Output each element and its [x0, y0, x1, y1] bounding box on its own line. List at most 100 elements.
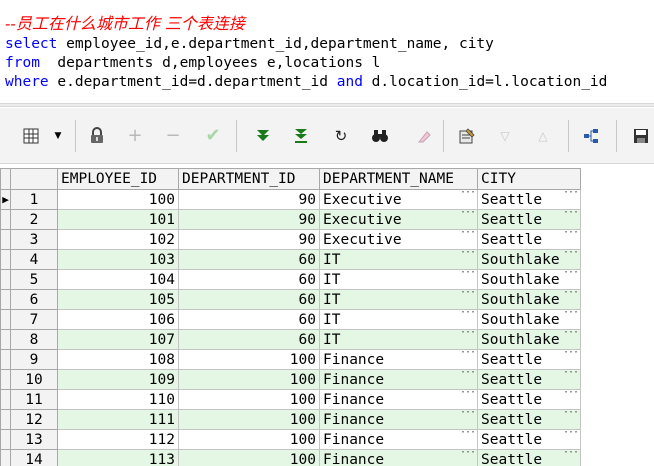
- table-row[interactable]: 11 110 100 Finance ··· Seattle ···: [0, 389, 581, 410]
- cell-city[interactable]: Seattle ···: [477, 449, 581, 466]
- cell-expand-button[interactable]: ···: [460, 451, 476, 459]
- cell-city[interactable]: Seattle ···: [477, 389, 581, 410]
- check-icon[interactable]: ✔: [202, 125, 224, 147]
- cell-department-name[interactable]: Finance ···: [319, 409, 478, 430]
- dropdown-arrow-icon[interactable]: ▼: [47, 125, 69, 147]
- cell-expand-button[interactable]: ···: [563, 291, 579, 299]
- results-grid[interactable]: EMPLOYEE_ID DEPARTMENT_ID DEPARTMENT_NAM…: [0, 168, 654, 466]
- table-row[interactable]: 12 111 100 Finance ··· Seattle ···: [0, 409, 581, 430]
- column-header-city[interactable]: CITY: [477, 168, 581, 190]
- cell-expand-button[interactable]: ···: [460, 211, 476, 219]
- cell-department-name[interactable]: Executive ···: [319, 209, 478, 230]
- cell-expand-button[interactable]: ···: [460, 431, 476, 439]
- cell-department-name[interactable]: Finance ···: [319, 449, 478, 466]
- cell-department-name[interactable]: Executive ···: [319, 189, 478, 210]
- cell-city[interactable]: Southlake ···: [477, 249, 581, 270]
- cell-expand-button[interactable]: ···: [563, 251, 579, 259]
- table-row[interactable]: 13 112 100 Finance ··· Seattle ···: [0, 429, 581, 450]
- cell-expand-button[interactable]: ···: [563, 371, 579, 379]
- cell-department-name[interactable]: IT ···: [319, 289, 478, 310]
- cell-employee-id[interactable]: 104: [57, 269, 179, 290]
- find-icon[interactable]: [369, 125, 391, 147]
- query-plan-icon[interactable]: [580, 125, 602, 147]
- lock-icon[interactable]: [86, 125, 108, 147]
- cell-department-id[interactable]: 90: [178, 229, 320, 250]
- cell-city[interactable]: Seattle ···: [477, 369, 581, 390]
- cell-employee-id[interactable]: 112: [57, 429, 179, 450]
- cell-expand-button[interactable]: ···: [460, 191, 476, 199]
- refresh-icon[interactable]: ↻: [330, 125, 352, 147]
- cell-expand-button[interactable]: ···: [563, 191, 579, 199]
- cell-expand-button[interactable]: ···: [460, 271, 476, 279]
- cell-employee-id[interactable]: 110: [57, 389, 179, 410]
- cell-employee-id[interactable]: 111: [57, 409, 179, 430]
- table-row[interactable]: 8 107 60 IT ··· Southlake ···: [0, 329, 581, 350]
- cell-employee-id[interactable]: 107: [57, 329, 179, 350]
- column-header-employee-id[interactable]: EMPLOYEE_ID: [57, 168, 179, 190]
- cell-city[interactable]: Seattle ···: [477, 209, 581, 230]
- cell-employee-id[interactable]: 113: [57, 449, 179, 466]
- cell-department-id[interactable]: 60: [178, 249, 320, 270]
- table-row[interactable]: 9 108 100 Finance ··· Seattle ···: [0, 349, 581, 370]
- cell-expand-button[interactable]: ···: [460, 251, 476, 259]
- column-header-department-id[interactable]: DEPARTMENT_ID: [178, 168, 320, 190]
- cell-department-name[interactable]: Finance ···: [319, 369, 478, 390]
- table-row[interactable]: 3 102 90 Executive ··· Seattle ···: [0, 229, 581, 250]
- cell-city[interactable]: Seattle ···: [477, 229, 581, 250]
- plus-icon[interactable]: +: [124, 125, 146, 147]
- cell-department-name[interactable]: IT ···: [319, 309, 478, 330]
- cell-department-id[interactable]: 100: [178, 409, 320, 430]
- cell-department-name[interactable]: Finance ···: [319, 349, 478, 370]
- cell-employee-id[interactable]: 100: [57, 189, 179, 210]
- cell-employee-id[interactable]: 103: [57, 249, 179, 270]
- minus-icon[interactable]: −: [162, 125, 184, 147]
- cell-department-id[interactable]: 90: [178, 209, 320, 230]
- cell-department-id[interactable]: 60: [178, 329, 320, 350]
- table-row[interactable]: 14 113 100 Finance ··· Seattle ···: [0, 449, 581, 466]
- table-row[interactable]: 4 103 60 IT ··· Southlake ···: [0, 249, 581, 270]
- cell-city[interactable]: Southlake ···: [477, 289, 581, 310]
- cell-expand-button[interactable]: ···: [460, 231, 476, 239]
- sql-editor[interactable]: --员工在什么城市工作 三个表连接 select employee_id,e.d…: [0, 0, 654, 100]
- cell-expand-button[interactable]: ···: [563, 311, 579, 319]
- cell-department-id[interactable]: 90: [178, 189, 320, 210]
- table-row[interactable]: ▶ 1 100 90 Executive ··· Seattle ···: [0, 189, 581, 210]
- cell-city[interactable]: Southlake ···: [477, 309, 581, 330]
- cell-expand-button[interactable]: ···: [460, 311, 476, 319]
- table-row[interactable]: 10 109 100 Finance ··· Seattle ···: [0, 369, 581, 390]
- cell-department-name[interactable]: IT ···: [319, 329, 478, 350]
- table-row[interactable]: 5 104 60 IT ··· Southlake ···: [0, 269, 581, 290]
- splitter[interactable]: [0, 103, 654, 107]
- cell-department-name[interactable]: IT ···: [319, 269, 478, 290]
- cell-city[interactable]: Southlake ···: [477, 329, 581, 350]
- cell-employee-id[interactable]: 101: [57, 209, 179, 230]
- save-icon[interactable]: [630, 125, 652, 147]
- sort-down-icon[interactable]: ▽: [494, 125, 516, 147]
- cell-department-id[interactable]: 100: [178, 349, 320, 370]
- cell-expand-button[interactable]: ···: [563, 211, 579, 219]
- cell-expand-button[interactable]: ···: [563, 391, 579, 399]
- cell-department-id[interactable]: 60: [178, 289, 320, 310]
- cell-department-id[interactable]: 60: [178, 309, 320, 330]
- cell-city[interactable]: Seattle ···: [477, 429, 581, 450]
- cell-city[interactable]: Seattle ···: [477, 189, 581, 210]
- table-row[interactable]: 7 106 60 IT ··· Southlake ···: [0, 309, 581, 330]
- cell-expand-button[interactable]: ···: [563, 271, 579, 279]
- cell-department-id[interactable]: 60: [178, 269, 320, 290]
- column-header-department-name[interactable]: DEPARTMENT_NAME: [319, 168, 478, 190]
- cell-expand-button[interactable]: ···: [460, 411, 476, 419]
- cell-department-name[interactable]: Finance ···: [319, 389, 478, 410]
- cell-expand-button[interactable]: ···: [563, 231, 579, 239]
- cell-department-name[interactable]: IT ···: [319, 249, 478, 270]
- cell-expand-button[interactable]: ···: [563, 451, 579, 459]
- cell-expand-button[interactable]: ···: [460, 371, 476, 379]
- cell-department-id[interactable]: 100: [178, 449, 320, 466]
- sort-up-icon[interactable]: △: [532, 125, 554, 147]
- cell-employee-id[interactable]: 108: [57, 349, 179, 370]
- table-row[interactable]: 2 101 90 Executive ··· Seattle ···: [0, 209, 581, 230]
- cell-city[interactable]: Seattle ···: [477, 409, 581, 430]
- cell-expand-button[interactable]: ···: [460, 391, 476, 399]
- cell-employee-id[interactable]: 105: [57, 289, 179, 310]
- cell-expand-button[interactable]: ···: [460, 331, 476, 339]
- cell-expand-button[interactable]: ···: [460, 291, 476, 299]
